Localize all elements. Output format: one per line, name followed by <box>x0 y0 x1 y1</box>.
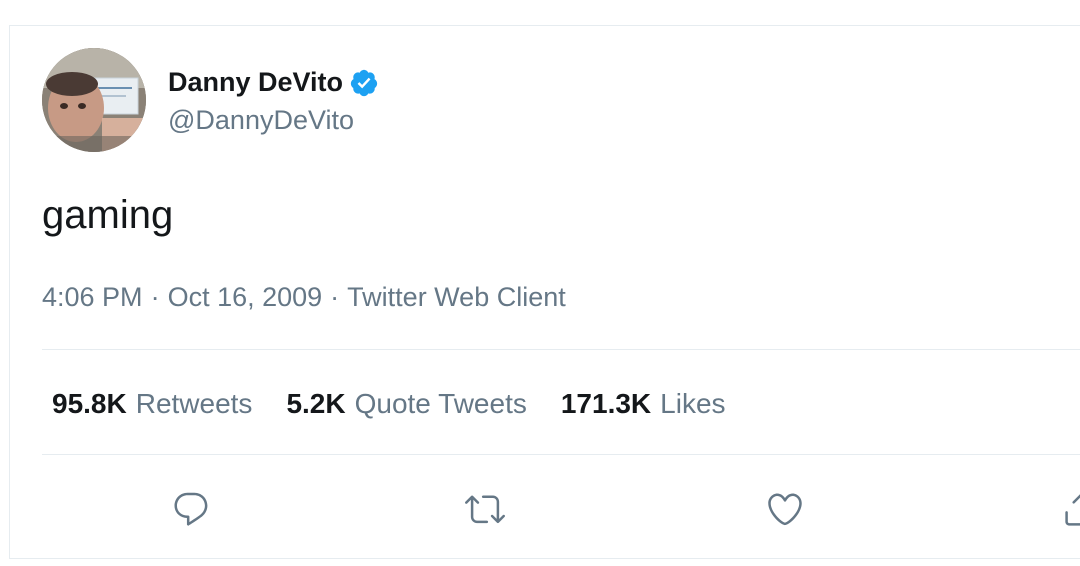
tweet-stats: 95.8K Retweets 5.2K Quote Tweets 171.3K … <box>52 388 760 420</box>
likes-label: Likes <box>660 388 726 419</box>
reply-icon <box>174 492 208 526</box>
verified-badge-icon <box>350 69 378 96</box>
like-button[interactable] <box>765 489 805 529</box>
tweet-time[interactable]: 4:06 PM <box>42 282 143 313</box>
user-names: Danny DeVito @DannyDeVito <box>168 65 379 136</box>
meta-separator: · <box>150 282 160 312</box>
likes-stat[interactable]: 171.3K Likes <box>561 388 726 420</box>
like-icon <box>768 493 802 526</box>
avatar-photo <box>42 48 146 152</box>
quote-tweets-label: Quote Tweets <box>354 388 527 419</box>
name-row: Danny DeVito <box>168 65 379 101</box>
tweet-header: Danny DeVito @DannyDeVito <box>42 48 379 152</box>
tweet-source[interactable]: Twitter Web Client <box>347 282 566 313</box>
retweets-count: 95.8K <box>52 388 127 419</box>
tweet-actions <box>10 489 1080 529</box>
meta-separator: · <box>330 282 340 312</box>
retweets-stat[interactable]: 95.8K Retweets <box>52 388 252 420</box>
divider <box>42 454 1080 455</box>
tweet-meta: 4:06 PM · Oct 16, 2009 · Twitter Web Client <box>42 282 566 313</box>
quote-tweets-count: 5.2K <box>286 388 346 419</box>
share-icon <box>1065 494 1080 526</box>
display-name[interactable]: Danny DeVito <box>168 67 343 98</box>
divider <box>42 349 1080 350</box>
retweet-button[interactable] <box>465 489 505 529</box>
avatar[interactable] <box>42 48 146 152</box>
user-handle[interactable]: @DannyDeVito <box>168 105 379 136</box>
likes-count: 171.3K <box>560 388 652 419</box>
tweet-text: gaming <box>42 193 174 237</box>
tweet-date[interactable]: Oct 16, 2009 <box>168 282 323 313</box>
quote-tweets-stat[interactable]: 5.2K Quote Tweets <box>286 388 526 420</box>
retweet-icon <box>465 495 505 524</box>
reply-button[interactable] <box>171 489 211 529</box>
tweet-card: Danny DeVito @DannyDeVito gaming 4:06 PM… <box>9 25 1080 559</box>
share-button[interactable] <box>1062 489 1080 529</box>
retweets-label: Retweets <box>135 388 253 419</box>
